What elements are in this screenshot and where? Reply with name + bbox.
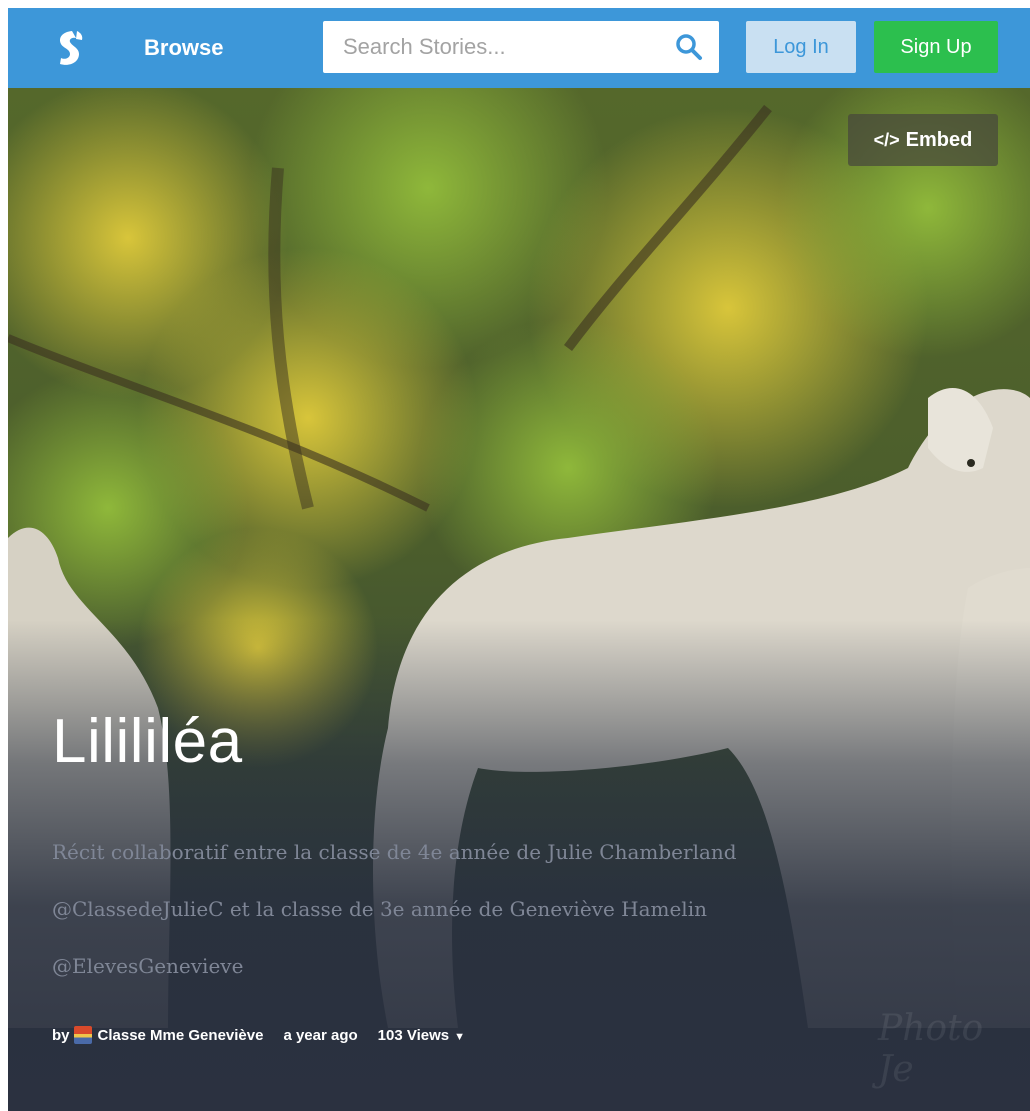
photo-watermark: Photo Je (878, 1008, 984, 1090)
views-label: 103 Views (377, 1026, 450, 1044)
embed-button[interactable]: </> Embed (848, 114, 998, 166)
story-description: Récit collaboratif entre la classe de 4e… (52, 840, 737, 978)
chevron-down-icon: ▼ (454, 1030, 466, 1043)
views-count[interactable]: 103 Views ▼ (378, 1027, 465, 1044)
story-title: Lilililéa (52, 707, 243, 776)
storify-logo-icon[interactable] (50, 28, 90, 68)
search-icon[interactable] (675, 33, 703, 61)
author-avatar[interactable] (73, 1026, 92, 1044)
login-button[interactable]: Log In (746, 21, 856, 73)
top-navigation-bar: Browse Log In Sign Up (8, 8, 1030, 88)
story-byline: by Classe Mme Geneviève a year ago 103 V… (52, 1023, 465, 1047)
published-time: a year ago (283, 1026, 358, 1044)
story-cover: Photo Je </> Embed Lilililéa Récit collab… (8, 88, 1030, 1111)
signup-button[interactable]: Sign Up (874, 21, 998, 73)
code-icon: </> (873, 130, 900, 150)
embed-label: Embed (905, 129, 973, 151)
author-name[interactable]: Classe Mme Geneviève (98, 1027, 264, 1044)
search-input[interactable] (323, 21, 663, 73)
search-box (323, 21, 719, 73)
browse-link[interactable]: Browse (144, 8, 223, 88)
byline-prefix: by (52, 1026, 70, 1044)
